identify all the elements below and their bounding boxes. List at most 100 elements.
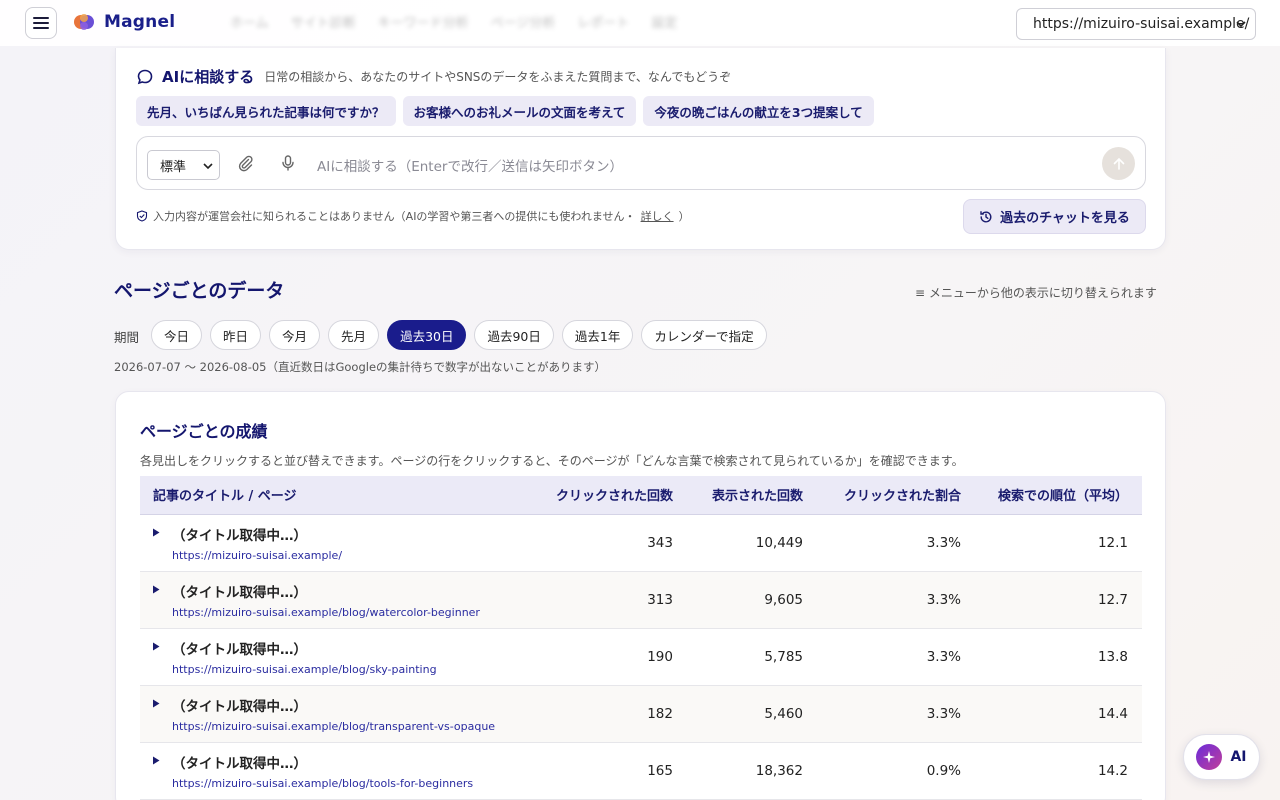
arrow-up-icon <box>1113 157 1124 170</box>
privacy-note: 入力内容が運営会社に知られることはありません（AIの学習や第三者への提供にも使わ… <box>136 208 690 224</box>
mode-select[interactable]: 標準 <box>147 150 220 180</box>
table-row[interactable]: （タイトル取得中…） https://mizuiro-suisai.exampl… <box>140 685 1142 742</box>
cell-clicks: 313 <box>647 591 673 608</box>
blurred-nav-item: キーワード分析 <box>377 16 469 31</box>
privacy-details-link[interactable]: 詳しく <box>641 208 674 224</box>
period-today[interactable]: 今日 <box>151 320 203 350</box>
suggestion-chip[interactable]: 先月、いちばん見られた記事は何ですか？ <box>136 96 396 126</box>
page-url[interactable]: https://mizuiro-suisai.example/ <box>172 549 516 562</box>
suggestion-chips: 先月、いちばん見られた記事は何ですか？ お客様へのお礼メールの文面を考えて 今夜… <box>136 96 874 126</box>
col-header-position[interactable]: 検索での順位（平均） <box>975 476 1142 515</box>
period-selector: 今日 昨日 今月 先月 過去30日 過去90日 過去1年 カレンダーで指定 <box>151 320 767 350</box>
suggestion-chip[interactable]: お客様へのお礼メールの文面を考えて <box>402 96 637 126</box>
chat-bubble-icon <box>137 69 153 84</box>
cell-clicks: 343 <box>647 534 673 551</box>
date-range-note: 2026-07-07 〜 2026-08-05（直近数日はGoogleの集計待ち… <box>114 360 607 374</box>
privacy-text: 入力内容が運営会社に知られることはありません（AIの学習や第三者への提供にも使わ… <box>153 210 636 223</box>
page-title-text: （タイトル取得中…） <box>172 641 307 658</box>
table-row[interactable]: （タイトル取得中…） https://mizuiro-suisai.exampl… <box>140 571 1142 628</box>
cell-position: 14.4 <box>1097 705 1128 722</box>
privacy-close: ） <box>678 210 690 223</box>
caret-right-icon[interactable] <box>152 528 160 537</box>
cell-clicks: 165 <box>647 762 673 779</box>
cell-position: 12.7 <box>1097 591 1128 608</box>
cell-impressions: 9,605 <box>764 591 803 608</box>
page-url[interactable]: https://mizuiro-suisai.example/blog/tool… <box>172 777 516 790</box>
table-title: ページごとの成績 <box>140 422 268 441</box>
cell-ctr: 3.3% <box>926 591 961 608</box>
period-last-30-days[interactable]: 過去30日 <box>387 320 467 350</box>
menu-button[interactable] <box>25 7 57 39</box>
ai-input-box: 標準 AIに相談する（Enterで改行／送信は矢印ボタン） <box>136 136 1146 190</box>
blurred-nav-item: 設定 <box>651 16 678 31</box>
cell-ctr: 3.3% <box>926 705 961 722</box>
cell-ctr: 3.3% <box>926 648 961 665</box>
table-description: 各見出しをクリックすると並び替えできます。ページの行をクリックすると、そのページ… <box>140 454 964 468</box>
period-calendar[interactable]: カレンダーで指定 <box>641 320 767 350</box>
page-performance-table: 記事のタイトル / ページ クリックされた回数 表示された回数 クリックされた割… <box>140 476 1142 800</box>
col-header-impressions[interactable]: 表示された回数 <box>687 476 817 515</box>
period-yesterday[interactable]: 昨日 <box>210 320 262 350</box>
page-performance-card: ページごとの成績 各見出しをクリックすると並び替えできます。ページの行をクリック… <box>115 391 1166 800</box>
blurred-nav-item: ホーム <box>230 16 269 31</box>
ai-fab-button[interactable]: AI <box>1183 734 1260 780</box>
cell-position: 14.2 <box>1097 762 1128 779</box>
app-logo[interactable]: Magnel <box>72 10 175 34</box>
site-select-value: https://mizuiro-suisai.example/ <box>1033 16 1250 32</box>
cell-ctr: 3.3% <box>926 534 961 551</box>
caret-right-icon[interactable] <box>152 585 160 594</box>
cell-position: 12.1 <box>1097 534 1128 551</box>
menu-hint: ≡ メニューから他の表示に切り替えられます <box>915 286 1157 300</box>
cell-title: （タイトル取得中…） https://mizuiro-suisai.exampl… <box>140 628 530 685</box>
table-row[interactable]: （タイトル取得中…） https://mizuiro-suisai.exampl… <box>140 742 1142 799</box>
page-title-text: （タイトル取得中…） <box>172 527 307 544</box>
suggestion-chip[interactable]: 今夜の晩ごはんの献立を3つ提案して <box>643 96 874 126</box>
cell-impressions: 18,362 <box>755 762 803 779</box>
col-header-title[interactable]: 記事のタイトル / ページ <box>140 476 530 515</box>
blurred-nav-item: サイト診断 <box>290 16 356 31</box>
cell-title: （タイトル取得中…） https://mizuiro-suisai.exampl… <box>140 514 530 571</box>
page-title-text: （タイトル取得中…） <box>172 584 307 601</box>
period-this-month[interactable]: 今月 <box>269 320 321 350</box>
col-header-clicks[interactable]: クリックされた回数 <box>530 476 687 515</box>
history-icon <box>980 210 992 222</box>
page-title-text: （タイトル取得中…） <box>172 755 307 772</box>
cell-title: （タイトル取得中…） https://mizuiro-suisai.exampl… <box>140 685 530 742</box>
paperclip-icon[interactable] <box>236 154 254 172</box>
table-row[interactable]: （タイトル取得中…） https://mizuiro-suisai.exampl… <box>140 628 1142 685</box>
table-header-row: 記事のタイトル / ページ クリックされた回数 表示された回数 クリックされた割… <box>140 476 1142 515</box>
chat-history-button[interactable]: 過去のチャットを見る <box>963 199 1146 234</box>
blurred-nav-item: レポート <box>577 16 630 31</box>
cell-title: （タイトル取得中…） https://mizuiro-suisai.exampl… <box>140 742 530 799</box>
cell-impressions: 5,785 <box>764 648 803 665</box>
ai-panel-description: 日常の相談から、あなたのサイトやSNSのデータをふまえた質問まで、なんでもどうぞ <box>264 70 732 84</box>
page-title-text: （タイトル取得中…） <box>172 698 307 715</box>
col-header-ctr[interactable]: クリックされた割合 <box>817 476 975 515</box>
blurred-nav: ホーム サイト診断 キーワード分析 ページ分析 レポート 設定 <box>230 12 677 31</box>
page-url[interactable]: https://mizuiro-suisai.example/blog/wate… <box>172 606 516 619</box>
ai-fab-label: AI <box>1230 749 1247 765</box>
page-url[interactable]: https://mizuiro-suisai.example/blog/tran… <box>172 720 516 733</box>
period-last-month[interactable]: 先月 <box>328 320 380 350</box>
page-url[interactable]: https://mizuiro-suisai.example/blog/sky-… <box>172 663 516 676</box>
send-button[interactable] <box>1102 147 1135 180</box>
ai-panel-header: AIに相談する 日常の相談から、あなたのサイトやSNSのデータをふまえた質問まで… <box>136 66 731 87</box>
caret-right-icon[interactable] <box>152 756 160 765</box>
period-last-year[interactable]: 過去1年 <box>561 320 634 350</box>
period-last-90-days[interactable]: 過去90日 <box>474 320 554 350</box>
ai-panel-title: AIに相談する <box>162 68 255 86</box>
microphone-icon[interactable] <box>279 154 297 172</box>
chevron-down-icon <box>203 163 213 170</box>
caret-right-icon[interactable] <box>152 642 160 651</box>
ai-panel: AIに相談する 日常の相談から、あなたのサイトやSNSのデータをふまえた質問まで… <box>115 48 1166 250</box>
shield-check-icon <box>136 210 148 222</box>
top-bar: Magnel ホーム サイト診断 キーワード分析 ページ分析 レポート 設定 h… <box>0 0 1280 46</box>
site-select[interactable]: https://mizuiro-suisai.example/ <box>1016 8 1256 40</box>
table-row[interactable]: （タイトル取得中…） https://mizuiro-suisai.exampl… <box>140 514 1142 571</box>
cell-clicks: 190 <box>647 648 673 665</box>
chat-history-label: 過去のチャットを見る <box>1000 211 1130 226</box>
cell-impressions: 5,460 <box>764 705 803 722</box>
ai-input-field[interactable]: AIに相談する（Enterで改行／送信は矢印ボタン） <box>317 155 623 175</box>
caret-right-icon[interactable] <box>152 699 160 708</box>
sparkle-icon <box>1196 744 1223 770</box>
